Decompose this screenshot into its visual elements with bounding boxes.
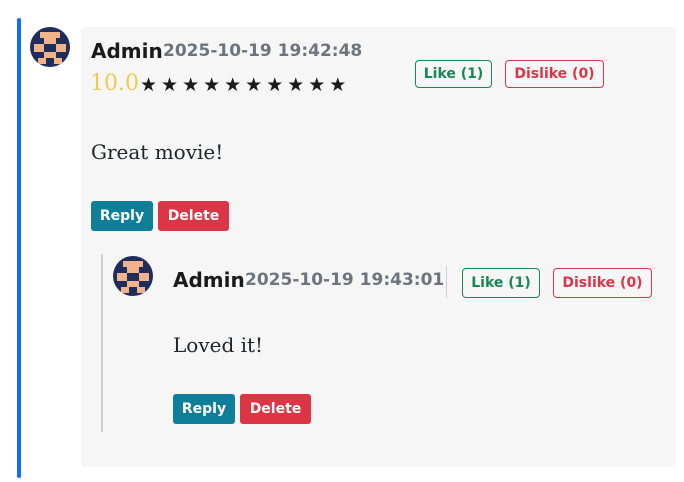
reply-body: Loved it! (173, 333, 264, 357)
like-button[interactable]: Like (1) (415, 60, 492, 88)
header-divider (446, 266, 447, 298)
rating-stars: ★★★★★★★★★★ (140, 74, 351, 96)
reply-button[interactable]: Reply (91, 201, 153, 231)
comment-body: Great movie! (91, 140, 224, 164)
comment-timestamp: 2025-10-19 19:42:48 (163, 41, 363, 61)
reply-user-avatar (113, 256, 153, 296)
rating-score: 10.0 (90, 71, 139, 96)
reply-timestamp: 2025-10-19 19:43:01 (245, 270, 445, 290)
thread-indicator (17, 18, 21, 478)
dislike-button[interactable]: Dislike (0) (505, 60, 604, 88)
comment-author: Admin (91, 39, 163, 63)
reply-delete-button[interactable]: Delete (240, 394, 311, 424)
reply-thread-line (101, 254, 103, 432)
reply-like-button[interactable]: Like (1) (462, 268, 540, 298)
reply-reply-button[interactable]: Reply (173, 394, 235, 424)
user-avatar (30, 27, 70, 67)
delete-button[interactable]: Delete (158, 201, 229, 231)
reply-dislike-button[interactable]: Dislike (0) (553, 268, 652, 298)
reply-author: Admin (173, 268, 245, 292)
